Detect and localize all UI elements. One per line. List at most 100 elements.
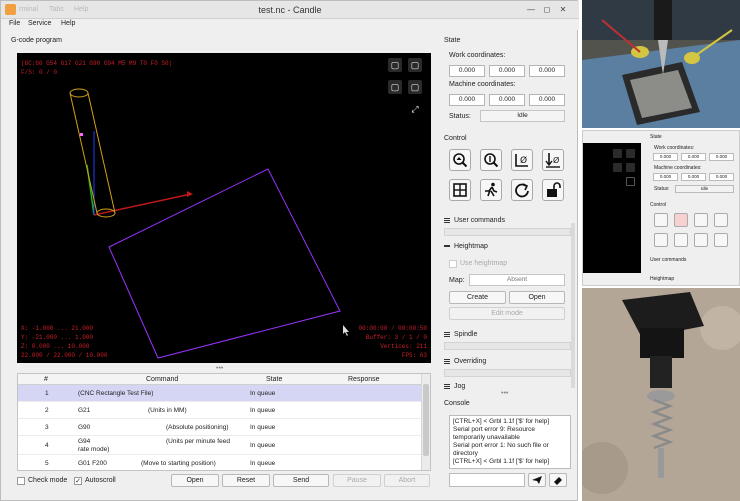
console-splitter-handle[interactable]: ••• [501,390,508,397]
overriding-strip [444,369,571,377]
thumb-machine-z: 0.000 [709,173,734,181]
console-output[interactable]: [CTRL+X] < Grbl 1.1f ['$' for help] Seri… [449,415,571,469]
restore-origin-button[interactable] [449,179,471,201]
menu-help[interactable]: Help [61,20,75,27]
clear-console-button[interactable] [549,473,567,487]
thumb-control-button [714,213,728,227]
range-y-text: Y: -21.000 ... 1.000 [21,334,94,341]
candle-thumbnail: State Work coordinates: 0.000 0.000 0.00… [582,130,740,286]
table-row[interactable]: 1 (CNC Rectangle Test File) In queue [18,385,422,402]
view-front-icon[interactable]: ▢ [408,58,422,72]
menu-file[interactable]: File [9,20,20,27]
zero-z-icon: Ø [545,153,560,168]
user-commands-header[interactable]: User commands [444,217,505,224]
col-header-state[interactable]: State [266,376,282,383]
table-scrollbar-thumb[interactable] [423,384,429,456]
eraser-icon [554,477,562,485]
viewport-splitter-handle[interactable]: ••• [216,365,223,372]
collapsed-icon [444,217,450,223]
status-value: Idle [480,110,565,122]
title-bar: rminal Tabs Help test.nc - Candle — ◻ ✕ [1,1,579,19]
range-x-text: X: -1.000 ... 21.000 [21,325,94,332]
table-row[interactable]: 4 G94 (Units per minute feed rate mode) … [18,436,422,455]
spindle-header[interactable]: Spindle [444,331,477,338]
thumb-machine-label: Machine coordinates: [654,165,702,171]
home-button[interactable] [449,149,471,171]
svg-text:Ø: Ø [520,155,527,166]
col-header-response[interactable]: Response [348,376,380,383]
pause-button[interactable]: Pause [333,474,381,487]
check-mode-checkbox[interactable] [17,477,25,485]
col-header-command[interactable]: Command [146,376,178,383]
send-button[interactable]: Send [273,474,329,487]
send-command-button[interactable] [528,473,546,487]
console-command-input[interactable] [449,473,525,487]
thumb-state-label: State [650,134,662,140]
probe-button[interactable] [480,149,502,171]
work-x-field: 0.000 [449,65,485,77]
heightmap-header[interactable]: Heightmap [444,243,488,250]
gcode-group-label: G-code program [11,37,62,44]
table-scrollbar[interactable] [421,374,430,470]
jog-header[interactable]: Jog [444,383,465,390]
view-iso-icon[interactable]: ▢ [408,80,422,94]
map-label: Map: [449,277,465,284]
gcode-table[interactable]: # Command State Response 1 (CNC Rectangl… [17,373,431,471]
col-header-num[interactable]: # [44,376,48,383]
thumb-status-value: Idle [675,185,734,193]
view-left-icon[interactable]: ▢ [388,80,402,94]
tool-side-right [87,92,116,214]
vertices-text: Vertices: 211 [380,343,427,350]
x-axis-arrow [187,191,193,197]
state-group-label: State [444,37,461,44]
table-row[interactable]: 3 G90 (Absolute positioning) In queue [18,419,422,436]
crosshair-icon [453,183,467,197]
reset-button[interactable]: Reset [222,474,270,487]
edit-mode-button[interactable]: Edit mode [449,307,565,320]
thumb-view-icon [626,163,635,172]
thumb-status-label: Status: [654,186,670,192]
check-mode-label: Check mode [28,477,68,484]
minimize-icon[interactable]: — [526,5,536,15]
work-y-field: 0.000 [489,65,525,77]
autoscroll-checkbox[interactable]: ✓ [74,477,82,485]
gcode-3d-viewport[interactable]: (GC:G0 G54 G17 G21 G90 G94 M5 M9 T0 F0 S… [17,53,431,363]
table-row[interactable]: 5 G01 F200 (Move to starting position) I… [18,455,422,470]
open-heightmap-button[interactable]: Open [509,291,565,304]
menu-bar: File Service Help [1,19,579,30]
unlock-button[interactable] [542,179,564,201]
use-heightmap-checkbox[interactable] [449,260,457,268]
table-row[interactable]: 2 G21 (Units in MM) In queue [18,402,422,419]
work-coordinates-label: Work coordinates: [449,52,506,59]
fit-view-icon[interactable]: ⤢ [408,102,422,116]
user-commands-strip [444,228,571,236]
abort-button[interactable]: Abort [384,474,430,487]
menu-service[interactable]: Service [28,20,51,27]
time-text: 00:00:00 / 00:00:50 [358,325,427,332]
photo-cnc-probe-image [582,0,740,128]
zero-z-button[interactable]: Ø [542,149,564,171]
create-heightmap-button[interactable]: Create [449,291,506,304]
zero-xy-button[interactable]: Ø [511,149,533,171]
close-icon[interactable]: ✕ [558,5,568,15]
open-button[interactable]: Open [171,474,219,487]
view-top-icon[interactable]: ▢ [388,58,402,72]
thumb-control-button [694,213,708,227]
table-header: # Command State Response [18,374,422,385]
thumb-control-button [674,233,688,247]
thumb-machine-x: 0.000 [653,173,678,181]
safe-position-button[interactable] [480,179,502,201]
maximize-icon[interactable]: ◻ [542,5,552,15]
soft-reset-button[interactable] [511,179,533,201]
overriding-header[interactable]: Overriding [444,358,486,365]
thumb-work-z: 0.000 [709,153,734,161]
feed-speed-text: F/S: 0 / 0 [21,69,58,76]
spindle-strip [444,342,571,350]
fps-text: FPS: 63 [401,352,427,359]
lines-progress-text: 22.000 / 22.000 / 10.000 [21,352,108,359]
thumb-work-label: Work coordinates: [654,145,695,151]
x-axis-line [93,193,192,216]
expanded-icon [444,245,450,248]
thumb-viewport [583,143,641,273]
right-panel-scrollbar[interactable] [571,223,575,388]
